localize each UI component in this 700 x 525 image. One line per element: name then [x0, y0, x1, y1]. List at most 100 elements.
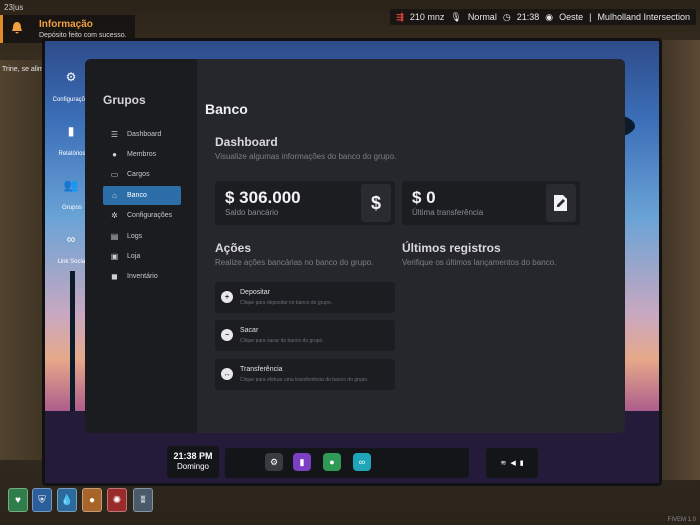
nav-label: Dashboard — [127, 131, 162, 138]
wifi-icon: ≋ — [500, 460, 507, 467]
nav-label: Loja — [127, 253, 141, 260]
link-icon: ∞ — [66, 232, 76, 246]
dock-reports-app[interactable]: ▮ — [293, 453, 311, 471]
balance-card: $ 306.000 Saldo bancário $ — [215, 181, 395, 225]
hud-status-bar: ⇶ 210 mnz 🎙 Normal ◷ 21:38 ◉ Oeste | Mul… — [390, 9, 696, 25]
action-name: Sacar — [240, 327, 259, 334]
home-settings-icon[interactable]: ⚙ — [59, 65, 83, 89]
nav-loja[interactable]: ▣ Loja — [103, 247, 181, 266]
app-main-content: Banco Dashboard Visualize algumas inform… — [197, 59, 625, 433]
link-icon: ∞ — [358, 457, 366, 467]
list-icon: ☰ — [110, 130, 119, 139]
nav-label: Logs — [127, 233, 143, 240]
nav-label: Configurações — [127, 212, 173, 219]
groups-app-window: Grupos ☰ Dashboard ● Membros ▭ Cargos ⌂ … — [85, 59, 625, 433]
people-icon: ● — [329, 457, 335, 467]
nav-dashboard[interactable]: ☰ Dashboard — [103, 125, 181, 144]
nav-inventario[interactable]: ◼ Inventário — [103, 267, 181, 286]
nav-label: Banco — [127, 192, 147, 199]
nav-cargos[interactable]: ▭ Cargos — [103, 165, 181, 184]
gear-icon: ⚙ — [65, 70, 77, 84]
food-icon: ● — [82, 488, 102, 512]
bell-icon — [12, 22, 22, 34]
withdraw-button[interactable]: − Sacar Clique para sacar do banco do gr… — [215, 320, 395, 351]
actions-heading: Ações — [215, 241, 252, 255]
dock-link-app[interactable]: ∞ — [353, 453, 371, 471]
nav-label: Membros — [127, 151, 157, 158]
deposit-icon: + — [221, 291, 233, 303]
users-icon: ● — [112, 150, 117, 159]
people-icon: 👥 — [63, 178, 79, 192]
battery-icon: ▮ — [519, 460, 524, 467]
volume-icon: ◀ — [510, 460, 516, 467]
nav-label: Inventário — [127, 273, 158, 280]
dock-time: 21:38 PM — [173, 451, 213, 461]
nav-label: Cargos — [127, 171, 150, 178]
chart-icon: ▮ — [299, 456, 305, 467]
dock-day: Domingo — [176, 462, 209, 471]
last-transfer-label: Última transferência — [412, 208, 484, 217]
clock-icon: ◷ — [502, 11, 511, 22]
money-icon: ⇶ — [396, 11, 404, 22]
hud-location: Mulholland Intersection — [597, 12, 690, 22]
deposit-button[interactable]: + Depositar Clique para depositar no ban… — [215, 282, 395, 313]
action-name: Depositar — [240, 289, 270, 296]
transfer-button[interactable]: ↔ Transferência Clique para efetuar uma … — [215, 359, 395, 390]
sidebar-title: Grupos — [103, 93, 146, 107]
action-desc: Clique para sacar do banco do grupo. — [240, 338, 324, 344]
withdraw-icon: − — [221, 329, 233, 341]
bank-icon: ⌂ — [112, 191, 117, 200]
voice-mode: Normal — [467, 12, 497, 22]
document-icon: ▤ — [110, 232, 119, 241]
box-icon: ◼ — [111, 272, 118, 281]
edit-document-icon — [546, 184, 576, 222]
money-value: 210 mnz — [409, 12, 445, 22]
balance-label: Saldo bancário — [225, 208, 279, 217]
home-link-icon[interactable]: ∞ — [59, 227, 83, 251]
records-subtitle: Verifique os últimos lançamentos do banc… — [402, 258, 557, 267]
last-transfer-card: $ 0 Última transferência — [402, 181, 580, 225]
gears-icon: ✲ — [111, 211, 118, 220]
notification-title: Informação — [39, 19, 93, 30]
dashboard-heading: Dashboard — [215, 135, 278, 149]
lungs-icon: ʬ — [133, 488, 153, 512]
action-desc: Clique para depositar no banco do grupo. — [240, 300, 333, 306]
health-icon: ♥ — [8, 488, 28, 512]
armor-icon: ⛨ — [32, 488, 52, 512]
nav-logs[interactable]: ▤ Logs — [103, 227, 181, 246]
page-title: Banco — [205, 101, 248, 117]
records-heading: Últimos registros — [402, 241, 501, 255]
stress-icon: ✺ — [107, 488, 127, 512]
truck-icon: ▭ — [110, 170, 119, 179]
action-name: Transferência — [240, 366, 283, 373]
compass-icon: ◉ — [545, 11, 554, 22]
dock-groups-app[interactable]: ● — [323, 453, 341, 471]
mic-icon: 🎙 — [450, 11, 462, 22]
hud-direction: Oeste — [559, 12, 584, 22]
gear-icon: ⚙ — [269, 456, 279, 467]
tablet-device: ⚙ Configurações ▮ Relatórios 👥 Grupos ∞ … — [42, 38, 662, 486]
dashboard-subtitle: Visualize algumas informações do banco d… — [215, 152, 397, 161]
dock-settings-app[interactable]: ⚙ — [265, 453, 283, 471]
separator: | — [589, 12, 592, 22]
home-groups-icon[interactable]: 👥 — [59, 173, 83, 197]
nav-configuracoes[interactable]: ✲ Configurações — [103, 206, 181, 225]
transfer-icon: ↔ — [221, 368, 233, 380]
water-icon: 💧 — [57, 488, 77, 512]
nav-banco[interactable]: ⌂ Banco — [103, 186, 181, 205]
hud-time: 21:38 — [516, 12, 540, 22]
actions-subtitle: Realize ações bancárias no banco do grup… — [215, 258, 374, 267]
app-dock: ⚙ ▮ ● ∞ — [225, 448, 469, 478]
watermark: FIVEM 1.0 — [667, 517, 696, 523]
nav-membros[interactable]: ● Membros — [103, 145, 181, 164]
app-sidebar: Grupos ☰ Dashboard ● Membros ▭ Cargos ⌂ … — [85, 59, 197, 433]
player-id: 23|us — [4, 3, 24, 12]
basket-icon: ▣ — [110, 252, 119, 261]
dock-status-icons: ≋ ◀ ▮ — [486, 448, 538, 478]
action-desc: Clique para efetuar uma transferência do… — [240, 377, 369, 383]
dock-clock: 21:38 PM Domingo — [167, 446, 219, 478]
dollar-icon: $ — [361, 184, 391, 222]
last-transfer-value: $ 0 — [412, 188, 436, 207]
home-reports-icon[interactable]: ▮ — [59, 119, 83, 143]
balance-value: $ 306.000 — [225, 188, 301, 207]
